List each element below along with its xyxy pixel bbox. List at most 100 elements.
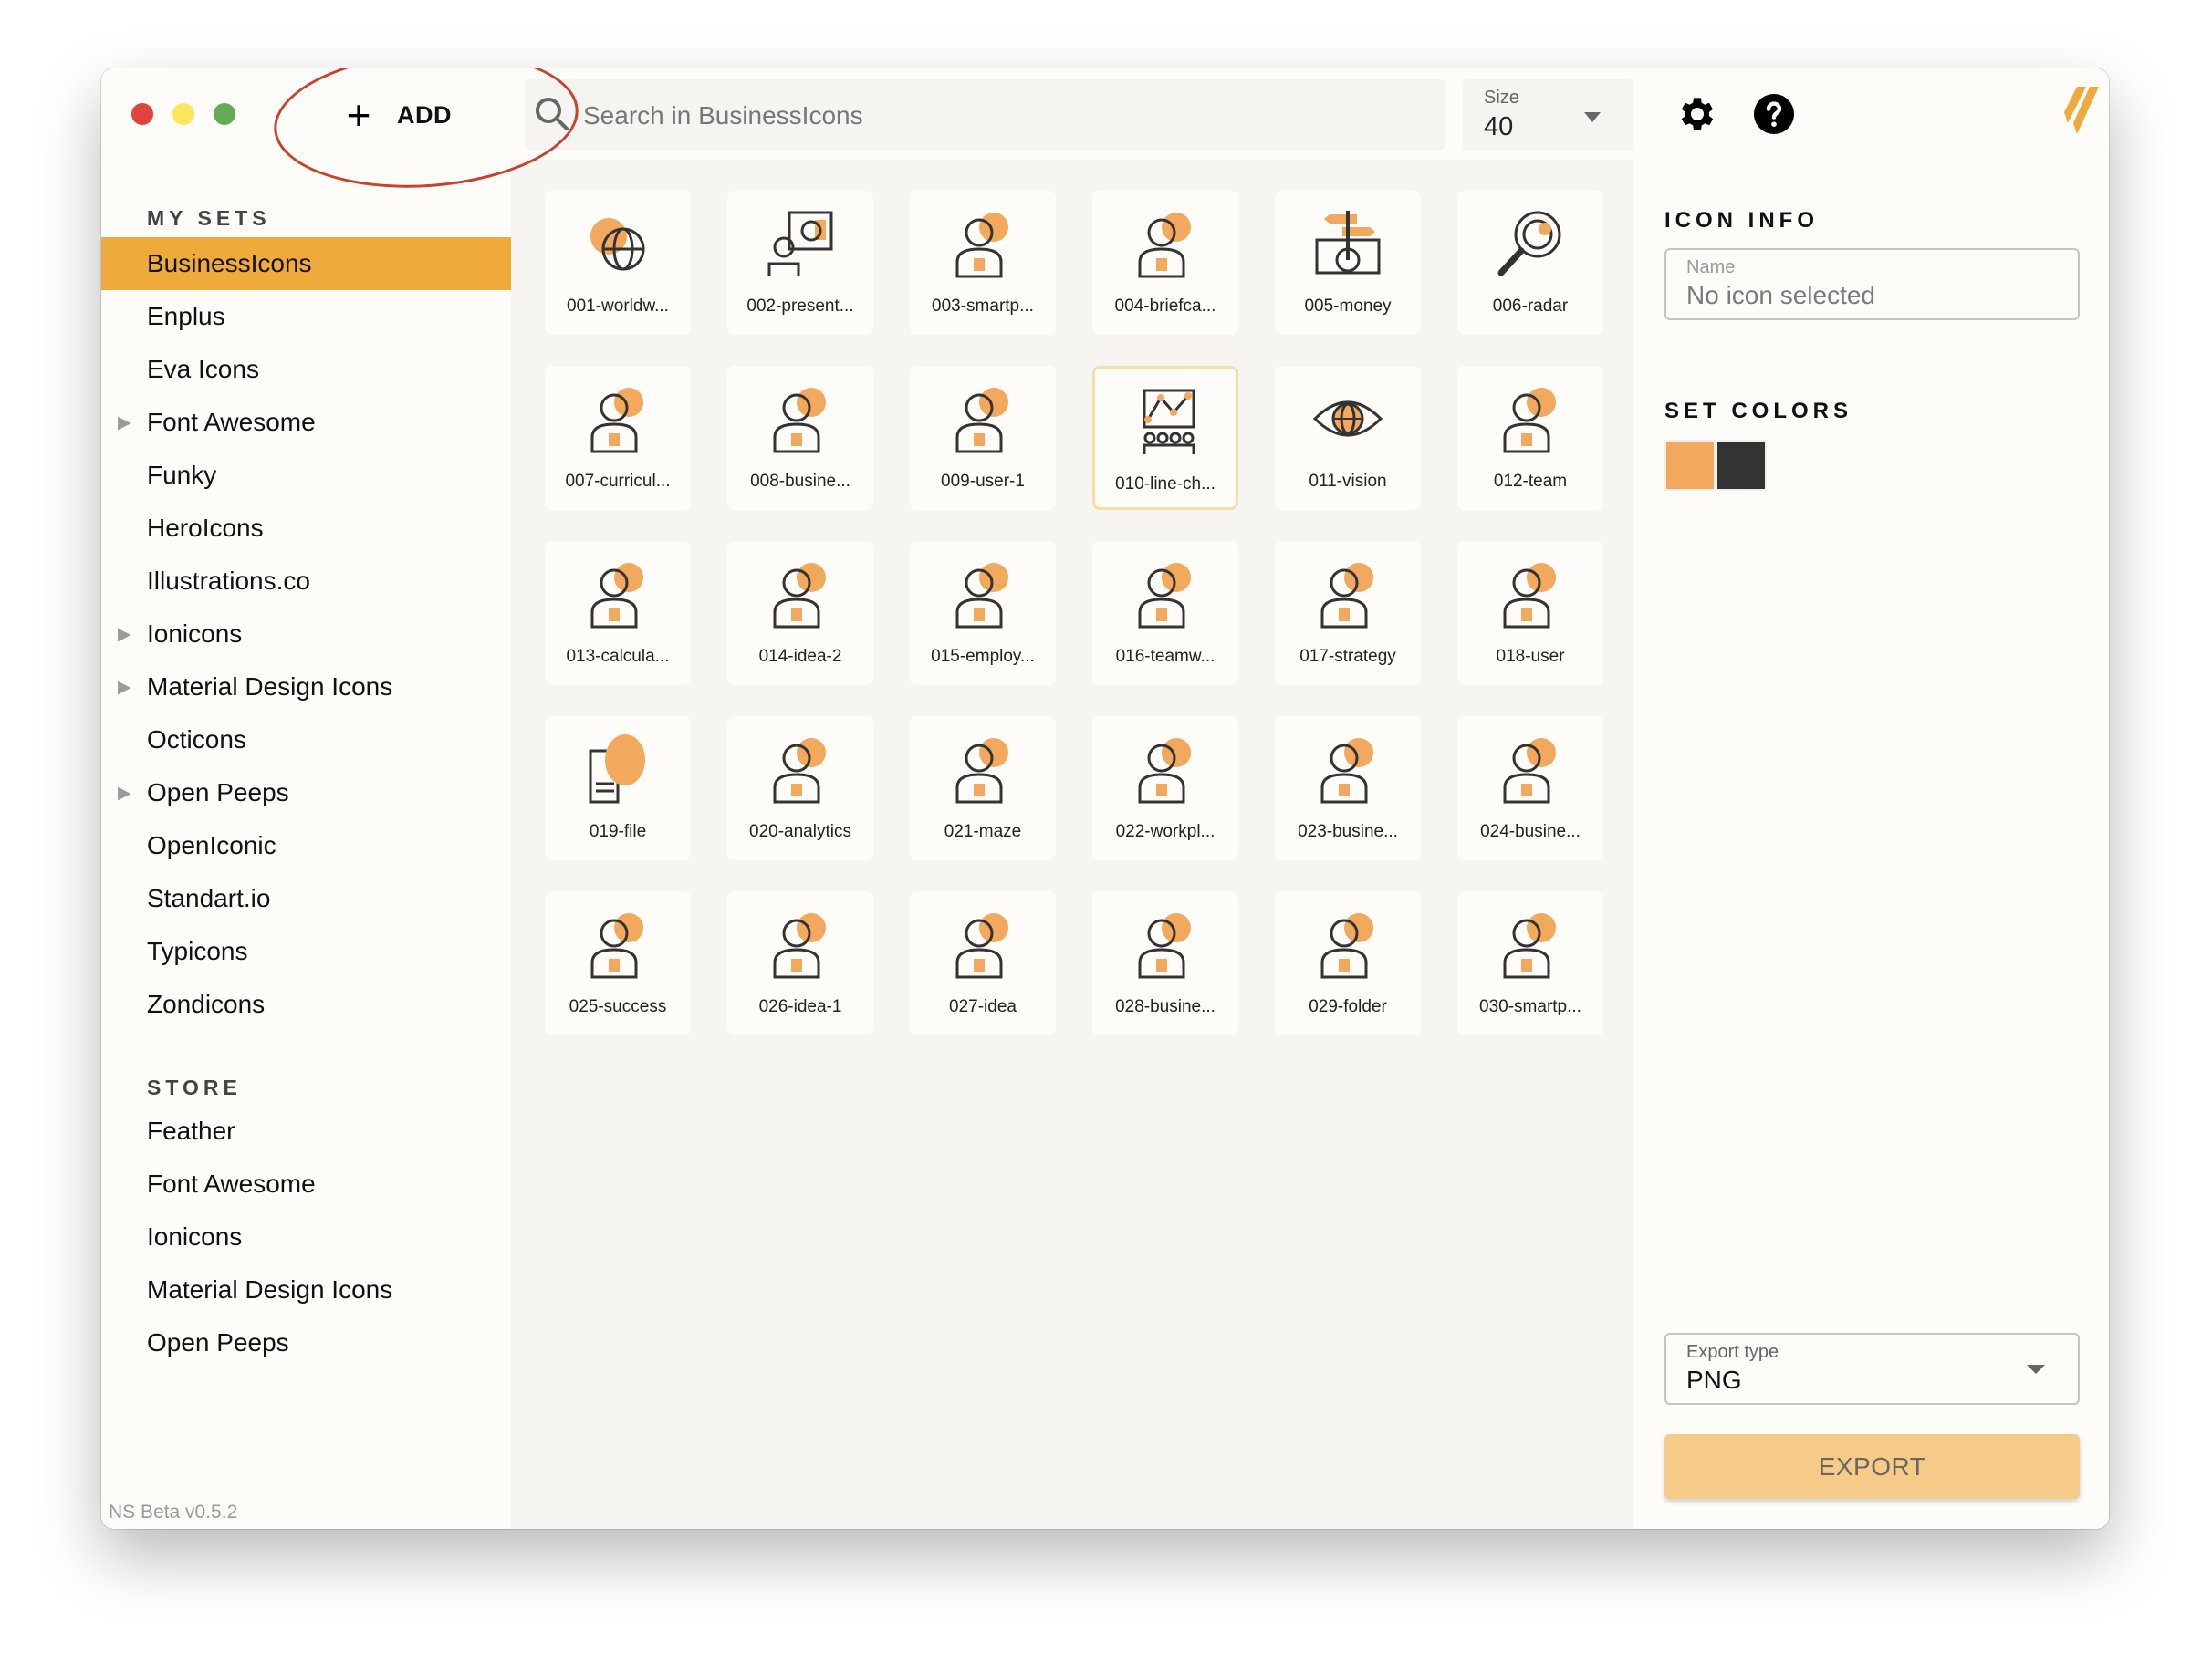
maze-icon — [955, 738, 1008, 804]
my-sets-item-label: BusinessIcons — [147, 249, 312, 277]
user-nodes-icon — [955, 388, 1008, 453]
my-sets-item[interactable]: ▶ Material Design Icons — [101, 660, 511, 713]
icon-card[interactable]: 028-busine... — [1092, 891, 1238, 1035]
gear-icon[interactable] — [1675, 92, 1719, 136]
icon-name-value: No icon selected — [1686, 281, 1876, 309]
search-icon — [536, 98, 569, 130]
icon-card[interactable]: 027-idea — [910, 891, 1056, 1035]
my-sets-item[interactable]: ▶ Ionicons — [101, 608, 511, 660]
icon-card[interactable]: 026-idea-1 — [727, 891, 873, 1035]
icon-card[interactable]: 025-success — [545, 891, 691, 1035]
icon-card-label: 024-busine... — [1480, 822, 1581, 841]
my-sets-item[interactable]: ▶ Open Peeps — [101, 766, 511, 819]
icon-card-label: 028-busine... — [1115, 997, 1216, 1016]
store-item[interactable]: Ionicons — [101, 1211, 511, 1264]
my-sets-item[interactable]: Standart.io — [101, 872, 511, 925]
expand-caret-icon[interactable]: ▶ — [118, 783, 131, 804]
my-sets-item[interactable]: Typicons — [101, 925, 511, 978]
my-sets-item[interactable]: Illustrations.co — [101, 555, 511, 608]
icon-card[interactable]: 005-money — [1275, 191, 1421, 335]
icon-card[interactable]: 024-busine... — [1457, 716, 1603, 860]
minimize-window-button[interactable] — [172, 103, 194, 125]
icon-card[interactable]: 010-line-ch... — [1092, 366, 1238, 510]
store-item[interactable]: Open Peeps — [101, 1316, 511, 1369]
icon-card-label: 018-user — [1496, 647, 1565, 666]
line-chart-icon — [1143, 389, 1195, 454]
size-value: 40 — [1484, 112, 1514, 141]
icon-card[interactable]: 011-vision — [1275, 366, 1421, 510]
icon-card[interactable]: 014-idea-2 — [727, 541, 873, 685]
secondary-color-swatch[interactable] — [1716, 440, 1767, 491]
icon-card[interactable]: 007-curricul... — [545, 366, 691, 510]
icon-card[interactable]: 020-analytics — [727, 716, 873, 860]
help-icon[interactable] — [1752, 92, 1796, 136]
close-window-button[interactable] — [131, 103, 153, 125]
icon-card[interactable]: 004-briefca... — [1092, 191, 1238, 335]
icon-name-field[interactable]: Name No icon selected — [1664, 248, 2080, 320]
icon-card[interactable]: 017-strategy — [1275, 541, 1421, 685]
my-sets-item[interactable]: Octicons — [101, 713, 511, 766]
radar-magnifier-icon — [1497, 211, 1561, 276]
icon-card[interactable]: 009-user-1 — [910, 366, 1056, 510]
primary-color-swatch[interactable] — [1664, 440, 1716, 491]
icon-card[interactable]: 012-team — [1457, 366, 1603, 510]
icon-card-label: 016-teamw... — [1115, 647, 1216, 666]
employee-icon — [955, 563, 1008, 629]
idea-bulb-dollar-icon — [773, 913, 826, 979]
icon-card[interactable]: 018-user — [1457, 541, 1603, 685]
expand-caret-icon[interactable]: ▶ — [118, 624, 131, 645]
search-bar — [525, 79, 1446, 150]
store-item[interactable]: Material Design Icons — [101, 1264, 511, 1316]
idea-gear-icon — [955, 913, 1008, 979]
icon-card[interactable]: 022-workpl... — [1092, 716, 1238, 860]
my-sets-item[interactable]: Funky — [101, 449, 511, 502]
app-logo-icon — [2064, 87, 2099, 134]
store-item-label: Ionicons — [147, 1222, 243, 1251]
add-set-button[interactable]: + ADD — [340, 92, 452, 138]
my-sets-item[interactable]: Eva Icons — [101, 343, 511, 396]
my-sets-item-label: Font Awesome — [147, 408, 316, 436]
my-sets-item-label: Open Peeps — [147, 778, 289, 806]
export-type-select[interactable]: Export type PNG — [1664, 1333, 2080, 1405]
icon-card-label: 025-success — [569, 997, 667, 1016]
plus-icon: + — [346, 91, 371, 139]
globe-gear-icon — [590, 218, 645, 271]
icon-card[interactable]: 001-worldw... — [545, 191, 691, 335]
icon-card[interactable]: 023-busine... — [1275, 716, 1421, 860]
store-item[interactable]: Feather — [101, 1105, 511, 1158]
my-sets-heading: MY SETS — [147, 206, 271, 230]
icon-card[interactable]: 021-maze — [910, 716, 1056, 860]
icon-card[interactable]: 006-radar — [1457, 191, 1603, 335]
icon-card[interactable]: 003-smartp... — [910, 191, 1056, 335]
icon-card[interactable]: 015-employ... — [910, 541, 1056, 685]
version-label: NS Beta v0.5.2 — [109, 1502, 238, 1523]
icon-card[interactable]: 002-present... — [727, 191, 873, 335]
icon-card[interactable]: 029-folder — [1275, 891, 1421, 1035]
my-sets-list: BusinessIcons Enplus Eva Icons ▶ Font Awesom… — [101, 237, 511, 1031]
icon-card[interactable]: 019-file — [545, 716, 691, 860]
icon-card-label: 014-idea-2 — [758, 647, 842, 666]
search-input[interactable] — [581, 92, 1406, 140]
curriculum-icon — [590, 388, 643, 453]
business-growth-icon — [1138, 913, 1191, 979]
my-sets-item-label: Octicons — [147, 725, 246, 754]
icon-card[interactable]: 030-smartp... — [1457, 891, 1603, 1035]
store-item[interactable]: Font Awesome — [101, 1158, 511, 1211]
my-sets-item[interactable]: OpenIconic — [101, 819, 511, 872]
icon-card-label: 003-smartp... — [932, 296, 1034, 316]
expand-caret-icon[interactable]: ▶ — [118, 412, 131, 433]
icon-card-label: 006-radar — [1492, 296, 1569, 316]
my-sets-item[interactable]: Enplus — [101, 290, 511, 343]
icon-card[interactable]: 016-teamw... — [1092, 541, 1238, 685]
size-select[interactable]: Size 40 — [1463, 79, 1633, 150]
my-sets-item[interactable]: Zondicons — [101, 978, 511, 1031]
teamwork-icon — [1138, 563, 1191, 629]
my-sets-item[interactable]: HeroIcons — [101, 502, 511, 555]
icon-card[interactable]: 008-busine... — [727, 366, 873, 510]
my-sets-item[interactable]: ▶ Font Awesome — [101, 396, 511, 449]
icon-card[interactable]: 013-calcula... — [545, 541, 691, 685]
my-sets-item[interactable]: BusinessIcons — [101, 237, 511, 290]
maximize-window-button[interactable] — [214, 103, 235, 125]
export-button[interactable]: EXPORT — [1664, 1434, 2080, 1499]
expand-caret-icon[interactable]: ▶ — [118, 677, 131, 698]
